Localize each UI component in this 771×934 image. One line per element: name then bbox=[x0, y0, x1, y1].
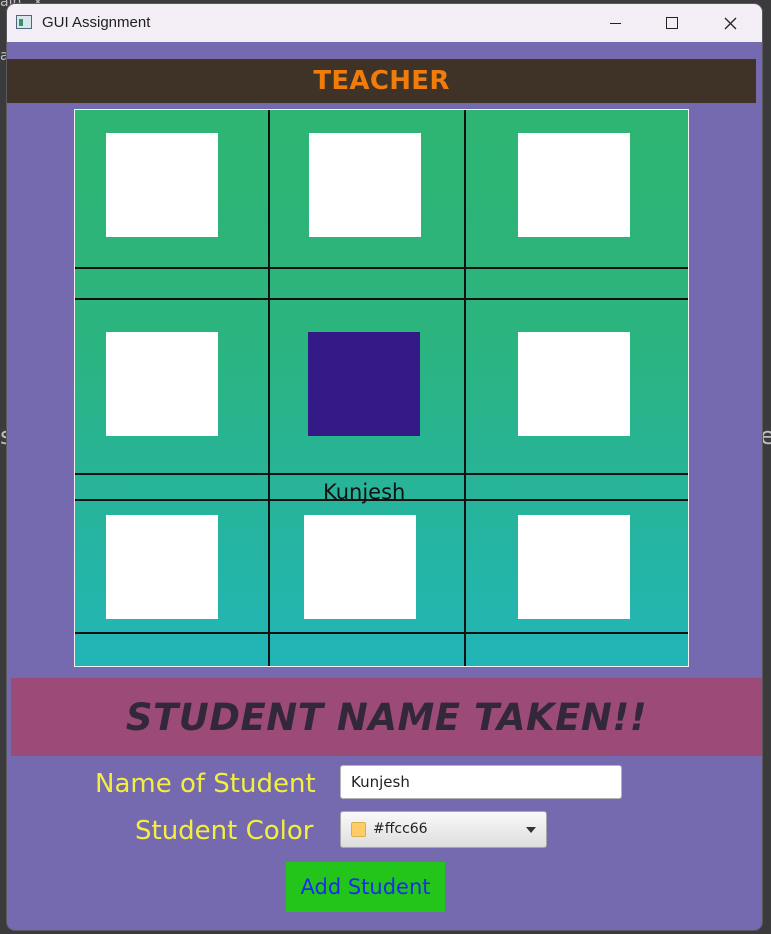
app-icon bbox=[16, 15, 32, 29]
color-value: #ffcc66 bbox=[373, 821, 428, 837]
error-message: STUDENT NAME TAKEN!! bbox=[125, 695, 648, 739]
grid-line bbox=[268, 110, 270, 666]
app-window: GUI Assignment TEACHER Kunjesh STUDENT N… bbox=[7, 4, 762, 930]
seat-r3-c1[interactable] bbox=[106, 515, 218, 619]
window-title: GUI Assignment bbox=[42, 14, 151, 31]
teacher-title: TEACHER bbox=[313, 66, 450, 96]
grid-line bbox=[75, 298, 688, 300]
grid-line bbox=[75, 632, 688, 634]
seat-r3-c3[interactable] bbox=[518, 515, 630, 619]
maximize-button[interactable] bbox=[644, 4, 700, 42]
seat-r2-c3[interactable] bbox=[518, 332, 630, 436]
seat-r3-c2[interactable] bbox=[304, 515, 416, 619]
seat-r2-c2-occupied[interactable] bbox=[308, 332, 420, 436]
seat-r2-c1[interactable] bbox=[106, 332, 218, 436]
error-banner: STUDENT NAME TAKEN!! bbox=[11, 678, 762, 756]
seat-student-name: Kunjesh bbox=[323, 480, 406, 504]
minimize-button[interactable] bbox=[587, 4, 643, 42]
title-bar[interactable]: GUI Assignment bbox=[7, 4, 762, 42]
grid-line bbox=[464, 110, 466, 666]
seat-r1-c1[interactable] bbox=[106, 133, 218, 237]
student-color-picker[interactable]: #ffcc66 bbox=[340, 811, 547, 848]
grid-line bbox=[75, 473, 688, 475]
seating-grid: Kunjesh bbox=[74, 109, 689, 667]
grid-line bbox=[75, 267, 688, 269]
add-student-button[interactable]: Add Student bbox=[286, 862, 445, 912]
seat-r1-c3[interactable] bbox=[518, 133, 630, 237]
maximize-icon bbox=[666, 17, 678, 29]
close-button[interactable] bbox=[702, 4, 758, 42]
close-icon bbox=[724, 17, 736, 29]
color-label: Student Color bbox=[135, 816, 314, 846]
teacher-header: TEACHER bbox=[7, 59, 756, 103]
name-label: Name of Student bbox=[95, 769, 316, 799]
minimize-icon bbox=[609, 22, 621, 24]
color-swatch bbox=[351, 822, 366, 837]
seat-r1-c2[interactable] bbox=[309, 133, 421, 237]
student-name-input[interactable] bbox=[340, 765, 622, 799]
chevron-down-icon bbox=[526, 827, 536, 833]
